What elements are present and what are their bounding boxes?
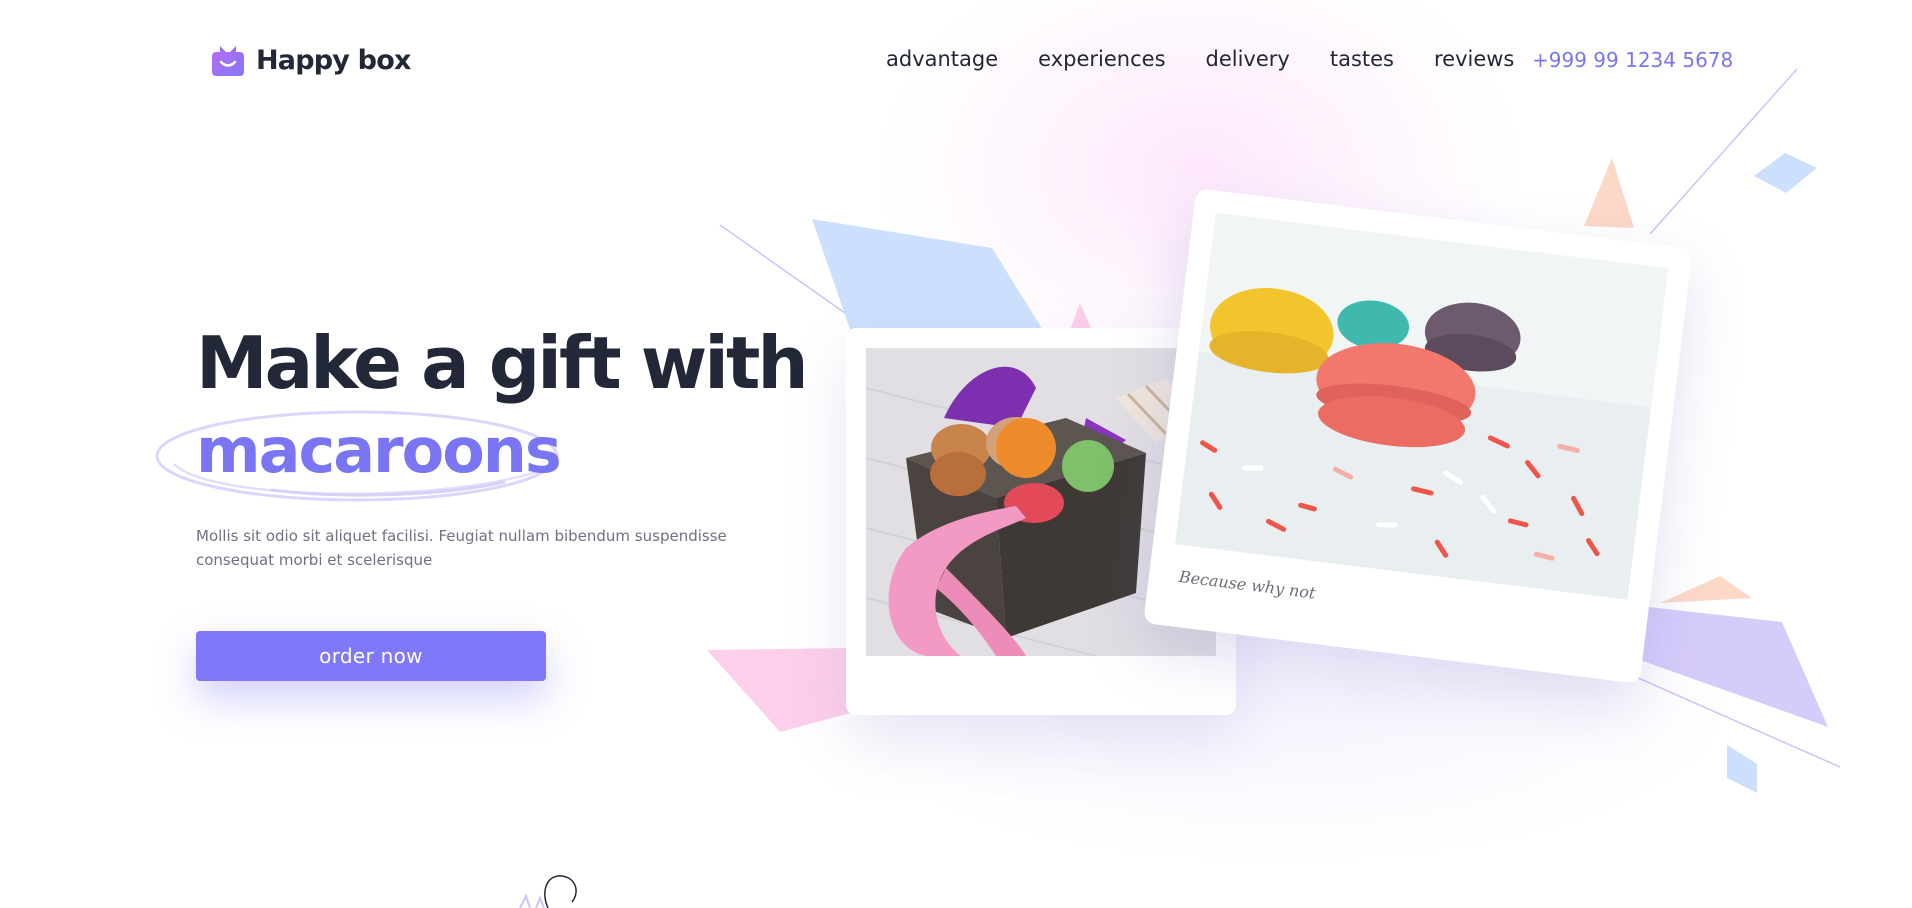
hero-title: Make a gift with bbox=[196, 321, 809, 405]
decor-shard-peach-right bbox=[1660, 576, 1752, 603]
logo[interactable]: Happy box bbox=[210, 42, 411, 78]
decor-shard-pink-tip bbox=[1070, 303, 1092, 330]
nav-item-advantage[interactable]: advantage bbox=[886, 47, 998, 71]
decor-shard-lilac bbox=[1640, 606, 1828, 727]
nav-item-delivery[interactable]: delivery bbox=[1206, 47, 1290, 71]
nav-item-reviews[interactable]: reviews bbox=[1434, 47, 1514, 71]
decor-shard-blue-small bbox=[1754, 153, 1817, 193]
order-now-button[interactable]: order now bbox=[196, 631, 546, 681]
photo-macarons bbox=[1175, 212, 1669, 600]
decor-shard-blue-bottom bbox=[1727, 745, 1757, 793]
phone-link[interactable]: +999 99 1234 5678 bbox=[1532, 48, 1733, 72]
decor-sketch-stroke bbox=[544, 875, 577, 908]
decor-shard-blue bbox=[812, 219, 1046, 335]
decor-line-top-right bbox=[1649, 68, 1798, 235]
nav-item-experiences[interactable]: experiences bbox=[1038, 47, 1165, 71]
decor-shard-peach-top bbox=[1584, 158, 1634, 228]
main-nav: advantage experiences delivery tastes re… bbox=[886, 47, 1554, 71]
decor-line-bottom-right bbox=[1619, 669, 1841, 768]
nav-item-tastes[interactable]: tastes bbox=[1330, 47, 1394, 71]
hero-title-highlight: macaroons bbox=[196, 414, 562, 487]
logo-text: Happy box bbox=[256, 44, 411, 76]
decor-line-left bbox=[719, 224, 873, 333]
decor-sketch-leaves bbox=[519, 893, 545, 908]
hero-description: Mollis sit odio sit aliquet facilisi. Fe… bbox=[196, 527, 727, 569]
decor-shard-pink bbox=[707, 648, 850, 732]
gift-box-smile-icon bbox=[210, 42, 246, 78]
photo-card-macarons: Because why not bbox=[1143, 188, 1693, 684]
photo-caption: Because why not bbox=[1177, 567, 1317, 603]
